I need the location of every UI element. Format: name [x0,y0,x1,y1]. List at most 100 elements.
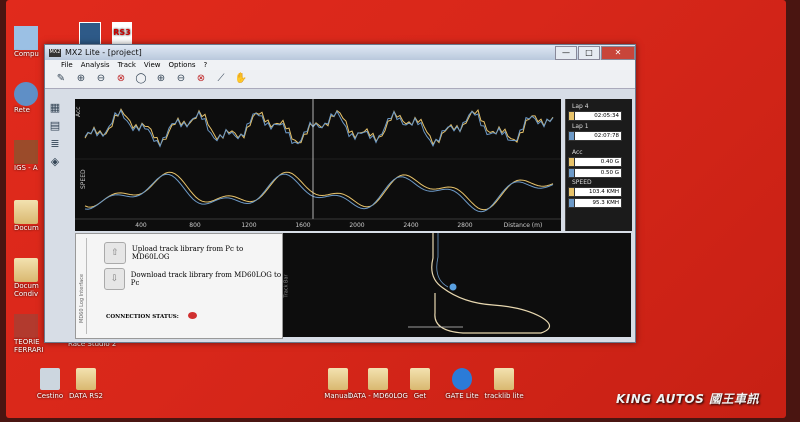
desktop-icon-computer[interactable]: Compu [14,26,42,58]
track-map[interactable]: Track Bar [283,233,631,337]
speed-axis-label: SPEED [80,169,87,189]
lap1-time: 02:07:78 [574,131,622,141]
track-side-label: Track Bar [283,274,290,298]
zoom-fit-icon[interactable]: ◯ [133,72,149,86]
folder-icon [14,200,38,224]
icon-label: Get [413,392,427,400]
icon-label: Rete [14,106,30,114]
monitor-bezel: RS3 Compu Rete IGS - A Docum Docum Condi… [0,0,800,422]
document-icon [14,314,38,338]
menu-file[interactable]: File [61,61,73,69]
connection-status-indicator [188,312,197,319]
x-tick-label: 800 [189,222,201,229]
x-tick-label: 2400 [403,222,418,229]
menu-view[interactable]: View [144,61,161,69]
zoom-in-icon[interactable]: ⊕ [73,72,89,86]
hand-icon[interactable]: ✋ [233,72,249,86]
folder-icon [328,368,348,390]
panel-side-bar: MD60 Log Interface [78,238,87,334]
pen-icon[interactable]: ✎ [53,72,69,86]
desktop-icon-igs[interactable]: IGS - A [14,140,42,172]
track-svg [408,233,551,334]
lap4-label: Lap 4 [572,103,589,110]
zoom-cancel-icon[interactable]: ⊗ [113,72,129,86]
panel-side-label: MD60 Log Interface [79,273,85,323]
folder-icon [14,258,38,282]
window-title: MX2 Lite - [project] [65,48,142,57]
menu-help[interactable]: ? [204,61,208,69]
speed-trace-lap4 [84,171,554,211]
x-tick-labels: 400 800 1200 1600 2000 2400 2800 [135,222,473,229]
track-outline-lap1 [436,233,449,288]
speed-trace-lap1 [84,173,554,213]
download-icon[interactable]: ⇩ [104,268,125,290]
desktop-icon-tracklib-lite[interactable]: tracklib lite [474,368,534,400]
icon-label: TEORIE FERRARI [14,338,44,354]
gate-lite-icon [452,368,472,390]
md60-log-panel: MD60 Log Interface ⇧ Upload track librar… [75,233,283,339]
acc-value-lap1: 0.50 G [574,168,622,178]
icon-label: tracklib lite [484,392,524,400]
icon-label: Docum [14,224,39,232]
desktop-icon-teorie[interactable]: TEORIE FERRARI [14,314,44,354]
track-position-marker[interactable] [449,283,457,291]
zoom-x-in-icon[interactable]: ⊕ [153,72,169,86]
speed-value-lap4: 103.4 KMH [574,187,622,197]
icon-label: Docum Condiv [14,282,39,298]
lap-icon[interactable]: ◈ [47,155,63,169]
acc-axis-label: Acc [75,106,82,117]
zoom-x-cancel-icon[interactable]: ⊗ [193,72,209,86]
list-icon[interactable]: ≣ [47,137,63,151]
maximize-button[interactable]: □ [578,46,600,60]
desktop-icon-shared-docs[interactable]: Docum Condiv [14,258,42,298]
acc-label: Acc [572,149,583,156]
desktop-icon-documents[interactable]: Docum [14,200,42,232]
left-toolbar: ▦ ▤ ≣ ◈ [47,97,71,173]
lap4-time: 02:05:34 [574,111,622,121]
icon-label: DATA RS2 [68,392,104,400]
computer-icon [14,26,38,50]
upload-icon[interactable]: ⇧ [104,242,126,264]
desktop-icon-network[interactable]: Rete [14,82,42,114]
desktop: RS3 Compu Rete IGS - A Docum Docum Condi… [6,0,786,418]
icon-label: IGS - A [14,164,38,172]
folder-icon [76,368,96,390]
toolbar: ✎ ⊕ ⊖ ⊗ ◯ ⊕ ⊖ ⊗ ⟋ ✋ [45,70,635,89]
menu-bar: File Analysis Track View Options ? [45,60,635,70]
menu-track[interactable]: Track [118,61,136,69]
acc-value-lap4: 0.40 G [574,157,622,167]
icon-label: Compu [14,50,39,58]
download-label: Download track library from MD60LOG to P… [130,271,282,287]
connection-status-label: CONNECTION STATUS: [106,314,179,320]
folder-icon [368,368,388,390]
channel-graph[interactable]: Acc SPEED 400 800 1200 1600 2000 2400 2800 Dis… [75,99,561,231]
upload-row[interactable]: ⇧ Upload track library from Pc to MD60LO… [104,242,282,264]
speed-value-lap1: 95.3 KMH [574,198,622,208]
folder-icon [410,368,430,390]
grid-icon[interactable]: ▤ [47,119,63,133]
desktop-icon-rs3[interactable]: RS3 [92,22,152,46]
menu-options[interactable]: Options [169,61,196,69]
desktop-icon-data-rs2[interactable]: DATA RS2 [56,368,116,400]
download-row[interactable]: ⇩ Download track library from MD60LOG to… [104,268,282,290]
zoom-out-icon[interactable]: ⊖ [93,72,109,86]
close-button[interactable]: ✕ [601,46,635,60]
legend-panel: Lap 4 02:05:34 Lap 1 02:07:78 Acc 0.40 G… [565,99,632,231]
zoom-x-out-icon[interactable]: ⊖ [173,72,189,86]
track-outline [431,233,551,334]
x-tick-label: 2000 [349,222,364,229]
x-tick-label: 2800 [457,222,472,229]
network-icon [14,82,38,106]
acc-trace-lap1 [84,109,554,148]
upload-label: Upload track library from Pc to MD60LOG [131,245,244,261]
watermark: KING AUTOS 國王車訊 [616,392,760,406]
measure-icon[interactable]: ⟋ [213,72,229,86]
rs3-icon: RS3 [112,22,132,44]
x-tick-label: 400 [135,222,147,229]
x-tick-label: 1600 [295,222,310,229]
minimize-button[interactable]: — [555,46,577,60]
menu-analysis[interactable]: Analysis [81,61,110,69]
layout-icon[interactable]: ▦ [47,101,63,115]
folder-icon [494,368,514,390]
speed-label: SPEED [572,179,592,186]
